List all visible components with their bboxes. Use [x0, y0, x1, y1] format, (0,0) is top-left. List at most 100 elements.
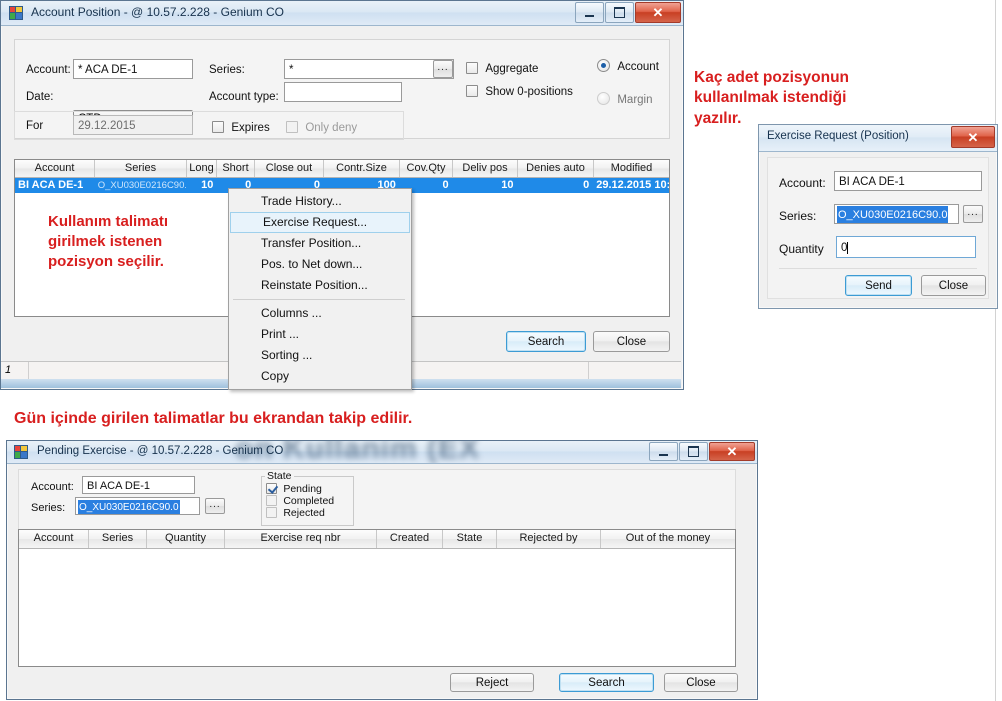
menu-item-transfer-position[interactable]: Transfer Position...	[229, 233, 411, 254]
pending-series-input[interactable]: O_XU030E0216C90.0	[75, 497, 200, 515]
column-long[interactable]: Long	[187, 160, 217, 177]
column-modified[interactable]: Modified	[594, 160, 669, 177]
aggregate-checkbox[interactable]	[466, 62, 478, 74]
maximize-button[interactable]	[605, 2, 634, 23]
show-0-positions-checkbox[interactable]	[466, 85, 478, 97]
exercise-series-input[interactable]: O_XU030E0216C90.0	[834, 204, 959, 224]
annotation-quantity-note-line2: kullanılmak istendiği	[694, 89, 847, 107]
column-cov-qty[interactable]: Cov.Qty	[400, 160, 453, 177]
column-created[interactable]: Created	[377, 530, 443, 548]
exercise-series-label: Series:	[779, 209, 817, 223]
series-browse-button[interactable]: ...	[433, 60, 453, 78]
pending-exercise-window-controls: ✕	[648, 442, 755, 461]
menu-item-pos-to-net-down[interactable]: Pos. to Net down...	[229, 254, 411, 275]
column-exercise-req-nbr[interactable]: Exercise req nbr	[225, 530, 377, 548]
column-short[interactable]: Short	[217, 160, 255, 177]
margin-radio-label: Margin	[617, 94, 653, 106]
send-button[interactable]: Send	[845, 275, 912, 296]
menu-item-columns[interactable]: Columns ...	[229, 303, 411, 324]
position-context-menu[interactable]: Trade History... Exercise Request... Tra…	[228, 188, 412, 390]
pending-series-browse-button[interactable]: ...	[205, 498, 225, 514]
reject-button[interactable]: Reject	[450, 673, 534, 692]
pending-series-label: Series:	[31, 502, 66, 514]
annotation-pending-screen-note: Gün içinde girilen talimatlar bu ekranda…	[14, 410, 413, 427]
menu-item-reinstate-position[interactable]: Reinstate Position...	[229, 275, 411, 296]
series-input[interactable]: *	[284, 59, 454, 79]
column-contr-size[interactable]: Contr.Size	[324, 160, 400, 177]
exercise-request-window-controls: ✕	[950, 126, 995, 148]
menu-item-sorting[interactable]: Sorting ...	[229, 345, 411, 366]
account-type-input[interactable]	[284, 82, 402, 102]
annotation-select-position-line1: Kullanım talimatı	[48, 213, 169, 230]
column-deliv-pos[interactable]: Deliv pos	[453, 160, 518, 177]
margin-radio-row[interactable]: Margin	[597, 92, 653, 106]
expires-checkbox[interactable]	[212, 121, 224, 133]
exercise-request-close-button[interactable]: ✕	[951, 126, 995, 148]
cell-account: BI ACA DE-1	[18, 179, 84, 191]
pending-exercise-titlebar[interactable]: on Kullanim (EX Pending Exercise - @ 10.…	[7, 441, 757, 464]
menu-item-exercise-request[interactable]: Exercise Request...	[230, 212, 410, 233]
column-close-out[interactable]: Close out	[255, 160, 324, 177]
menu-item-print[interactable]: Print ...	[229, 324, 411, 345]
account-input[interactable]: * ACA DE-1	[73, 59, 193, 79]
pending-exercise-grid[interactable]: Account Series Quantity Exercise req nbr…	[18, 529, 736, 667]
expires-checkbox-row[interactable]: Expires	[212, 120, 270, 134]
search-button[interactable]: Search	[506, 331, 586, 352]
only-deny-checkbox[interactable]	[286, 121, 298, 133]
series-label: Series:	[209, 64, 245, 76]
exercise-series-value: O_XU030E0216C90.0	[837, 206, 949, 223]
account-radio-row[interactable]: Account	[597, 59, 659, 73]
menu-separator	[233, 299, 405, 300]
for-date-input[interactable]: 29.12.2015	[73, 115, 193, 135]
column-denies-auto[interactable]: Denies auto	[518, 160, 594, 177]
minimize-button[interactable]	[575, 2, 604, 23]
exercise-close-button[interactable]: Close	[921, 275, 986, 296]
exercise-quantity-input[interactable]: 0​	[836, 236, 976, 258]
annotation-quantity-note: Kaç adet pozisyonun kullanılmak istendiğ…	[694, 68, 994, 129]
column-series[interactable]: Series	[89, 530, 147, 548]
exercise-account-label: Account:	[779, 176, 826, 190]
pending-close-button[interactable]: Close	[664, 673, 738, 692]
rejected-checkbox[interactable]	[266, 507, 277, 518]
menu-item-copy[interactable]: Copy	[229, 366, 411, 387]
column-series[interactable]: Series	[95, 160, 187, 177]
annotation-select-position-line3: pozisyon seçilir.	[48, 252, 164, 270]
minimize-button[interactable]	[649, 442, 678, 461]
close-icon: ✕	[967, 129, 979, 145]
account-radio[interactable]	[597, 59, 610, 72]
maximize-button[interactable]	[679, 442, 708, 461]
rejected-checkbox-label: Rejected	[283, 507, 325, 519]
aggregate-checkbox-row[interactable]: Aggregate	[466, 61, 538, 75]
close-button[interactable]: Close	[593, 331, 670, 352]
column-account[interactable]: Account	[19, 530, 89, 548]
column-out-of-the-money[interactable]: Out of the money	[601, 530, 735, 548]
date-label: Date:	[26, 91, 54, 103]
pending-account-label: Account:	[31, 481, 74, 493]
column-quantity[interactable]: Quantity	[147, 530, 225, 548]
exercise-request-titlebar[interactable]: Exercise Request (Position) ✕	[759, 125, 997, 152]
window-grid-icon	[9, 6, 23, 20]
dialog-divider	[779, 268, 977, 269]
exercise-request-dialog: Exercise Request (Position) ✕ Account: B…	[758, 124, 998, 309]
state-rejected-row[interactable]: Rejected	[266, 505, 325, 519]
only-deny-checkbox-row[interactable]: Only deny	[286, 120, 357, 134]
close-button[interactable]: ✕	[709, 442, 755, 461]
margin-radio[interactable]	[597, 92, 610, 105]
column-account[interactable]: Account	[15, 160, 95, 177]
close-button[interactable]: ✕	[635, 2, 681, 23]
exercise-series-browse-button[interactable]: ...	[963, 205, 983, 223]
account-position-titlebar[interactable]: Account Position - @ 10.57.2.228 - Geniu…	[1, 1, 683, 26]
column-state[interactable]: State	[443, 530, 497, 548]
pending-exercise-window: on Kullanim (EX Pending Exercise - @ 10.…	[6, 440, 758, 700]
close-icon: ✕	[726, 444, 738, 459]
account-position-window-controls: ✕	[574, 2, 681, 23]
menu-item-trade-history[interactable]: Trade History...	[229, 191, 411, 212]
show-zero-checkbox-row[interactable]: Show 0-positions	[466, 84, 573, 98]
exercise-request-title: Exercise Request (Position)	[767, 130, 909, 142]
positions-grid-header: Account Series Long Short Close out Cont…	[15, 160, 669, 178]
column-rejected-by[interactable]: Rejected by	[497, 530, 601, 548]
pending-account-input[interactable]: BI ACA DE-1	[82, 476, 195, 494]
pending-search-button[interactable]: Search	[559, 673, 654, 692]
cell-denies-auto: 0	[583, 179, 590, 191]
exercise-account-input[interactable]: BI ACA DE-1	[834, 171, 982, 191]
